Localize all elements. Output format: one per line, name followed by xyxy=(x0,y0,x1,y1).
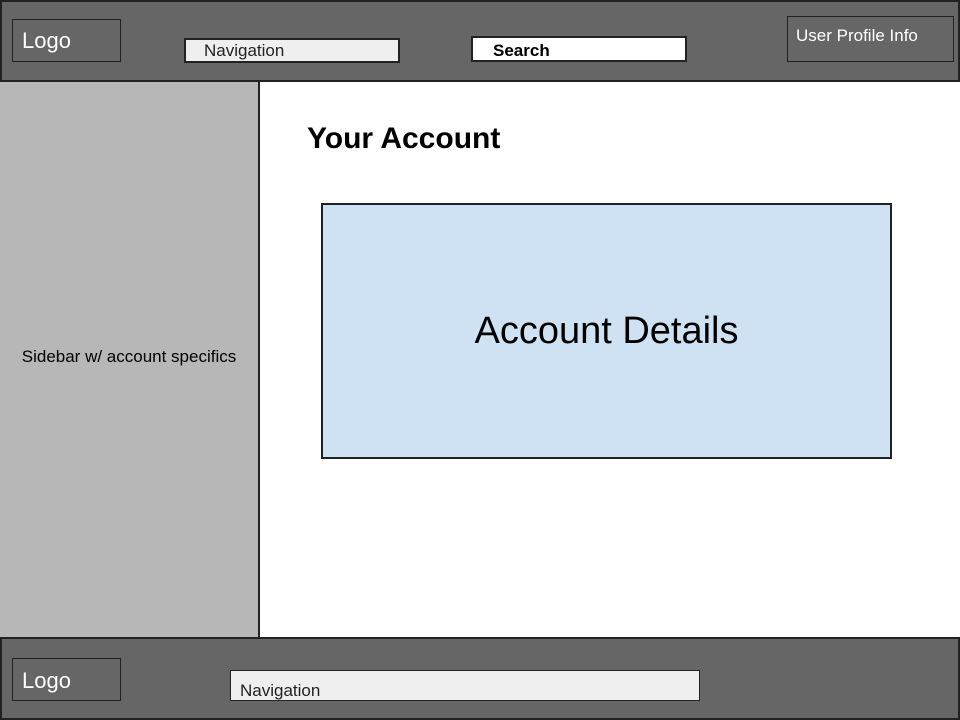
header-logo[interactable]: Logo xyxy=(12,19,121,62)
footer-navigation[interactable]: Navigation xyxy=(230,670,700,701)
account-details-panel: Account Details xyxy=(321,203,892,459)
account-details-label: Account Details xyxy=(474,310,739,352)
header-navigation[interactable]: Navigation xyxy=(184,38,400,63)
sidebar-label: Sidebar w/ account specifics xyxy=(21,347,237,366)
user-profile-info[interactable]: User Profile Info xyxy=(787,16,954,62)
footer-logo[interactable]: Logo xyxy=(12,658,121,701)
search-box[interactable]: Search xyxy=(471,36,687,62)
page-title: Your Account xyxy=(307,122,501,155)
